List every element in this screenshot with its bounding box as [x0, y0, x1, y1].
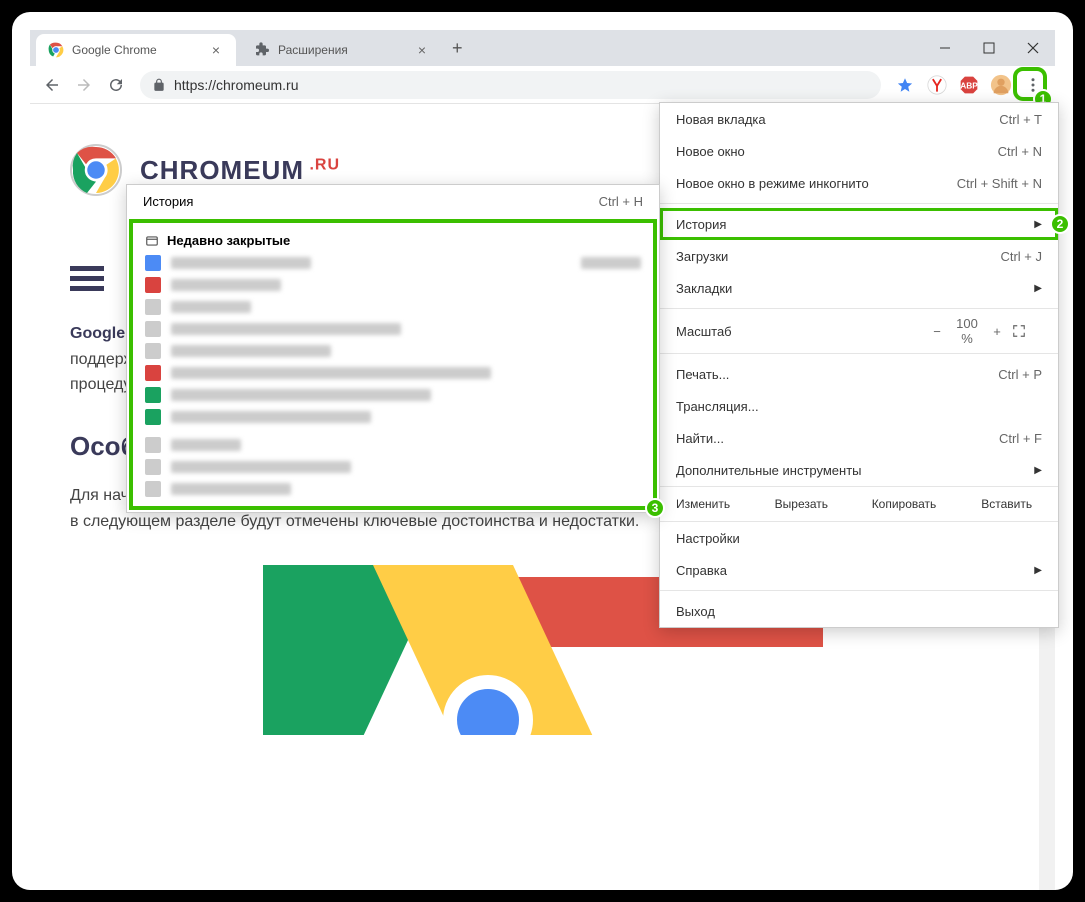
- menu-bookmarks[interactable]: Закладки▶: [660, 272, 1058, 304]
- new-tab-button[interactable]: +: [442, 38, 473, 59]
- address-bar[interactable]: https://chromeum.ru: [140, 71, 881, 99]
- fullscreen-icon[interactable]: [1012, 324, 1042, 338]
- window-close-button[interactable]: [1011, 30, 1055, 66]
- chevron-right-icon: ▶: [1034, 283, 1042, 294]
- forward-button[interactable]: [70, 71, 98, 99]
- menu-cast[interactable]: Трансляция...: [660, 390, 1058, 422]
- tab-strip: Google Chrome × Расширения × +: [30, 30, 1055, 66]
- bookmark-star-icon[interactable]: [891, 71, 919, 99]
- zoom-out-button[interactable]: −: [922, 324, 952, 339]
- reload-button[interactable]: [102, 71, 130, 99]
- recently-closed-box: Недавно закрытые 3: [129, 219, 657, 510]
- site-logo-icon: [70, 144, 122, 196]
- tab-title: Расширения: [278, 43, 348, 57]
- menu-history[interactable]: История▶ 2: [660, 208, 1058, 240]
- chevron-right-icon: ▶: [1034, 565, 1042, 576]
- tab-outline-icon: [145, 234, 159, 248]
- history-item[interactable]: [133, 252, 653, 274]
- history-item[interactable]: [133, 406, 653, 428]
- menu-more-tools[interactable]: Дополнительные инструменты▶: [660, 454, 1058, 486]
- history-item[interactable]: [133, 296, 653, 318]
- toolbar: https://chromeum.ru ABP 1: [30, 66, 1055, 104]
- menu-exit[interactable]: Выход: [660, 595, 1058, 627]
- chrome-favicon-icon: [48, 42, 64, 58]
- menu-cut[interactable]: Вырезать: [750, 487, 853, 521]
- menu-incognito[interactable]: Новое окно в режиме инкогнитоCtrl + Shif…: [660, 167, 1058, 199]
- zoom-value: 100 %: [952, 316, 982, 346]
- main-menu-dropdown: Новая вкладкаCtrl + T Новое окноCtrl + N…: [659, 102, 1059, 628]
- zoom-in-button[interactable]: +: [982, 324, 1012, 339]
- profile-avatar[interactable]: [987, 71, 1015, 99]
- tab-title: Google Chrome: [72, 43, 157, 57]
- adblock-extension-icon[interactable]: ABP: [955, 71, 983, 99]
- menu-print[interactable]: Печать...Ctrl + P: [660, 358, 1058, 390]
- menu-downloads[interactable]: ЗагрузкиCtrl + J: [660, 240, 1058, 272]
- history-item[interactable]: [133, 384, 653, 406]
- callout-badge-3: 3: [645, 498, 665, 518]
- menu-new-window[interactable]: Новое окноCtrl + N: [660, 135, 1058, 167]
- menu-settings[interactable]: Настройки: [660, 522, 1058, 554]
- site-title: CHROMEUM .RU: [140, 155, 340, 186]
- menu-new-tab[interactable]: Новая вкладкаCtrl + T: [660, 103, 1058, 135]
- callout-badge-2: 2: [1050, 214, 1070, 234]
- menu-zoom-row: Масштаб − 100 % +: [660, 313, 1058, 349]
- window-maximize-button[interactable]: [967, 30, 1011, 66]
- tab-close-icon[interactable]: ×: [208, 42, 224, 58]
- edit-label: Изменить: [660, 487, 750, 521]
- extension-favicon-icon: [254, 42, 270, 58]
- back-button[interactable]: [38, 71, 66, 99]
- history-item[interactable]: [133, 318, 653, 340]
- chevron-right-icon: ▶: [1034, 465, 1042, 476]
- tab-active[interactable]: Google Chrome ×: [36, 34, 236, 66]
- menu-help[interactable]: Справка▶: [660, 554, 1058, 586]
- history-submenu: История Ctrl + H Недавно закрытые 3: [126, 184, 660, 513]
- menu-paste[interactable]: Вставить: [955, 487, 1058, 521]
- tab-close-icon[interactable]: ×: [414, 42, 430, 58]
- history-item[interactable]: [133, 456, 653, 478]
- window-controls: [923, 30, 1055, 66]
- window-minimize-button[interactable]: [923, 30, 967, 66]
- yandex-extension-icon[interactable]: [923, 71, 951, 99]
- history-item[interactable]: [133, 434, 653, 456]
- menu-copy[interactable]: Копировать: [853, 487, 956, 521]
- tab-inactive[interactable]: Расширения ×: [242, 34, 442, 66]
- menu-find[interactable]: Найти...Ctrl + F: [660, 422, 1058, 454]
- history-submenu-header[interactable]: История Ctrl + H: [127, 185, 659, 217]
- history-item[interactable]: [133, 478, 653, 500]
- url-text: https://chromeum.ru: [174, 77, 299, 93]
- chevron-right-icon: ▶: [1034, 219, 1042, 230]
- history-item[interactable]: [133, 340, 653, 362]
- history-item[interactable]: [133, 362, 653, 384]
- lock-icon: [152, 78, 166, 92]
- svg-text:ABP: ABP: [960, 80, 978, 90]
- recently-closed-header: Недавно закрытые: [133, 229, 653, 252]
- menu-edit-row: Изменить Вырезать Копировать Вставить: [660, 486, 1058, 522]
- history-item[interactable]: [133, 274, 653, 296]
